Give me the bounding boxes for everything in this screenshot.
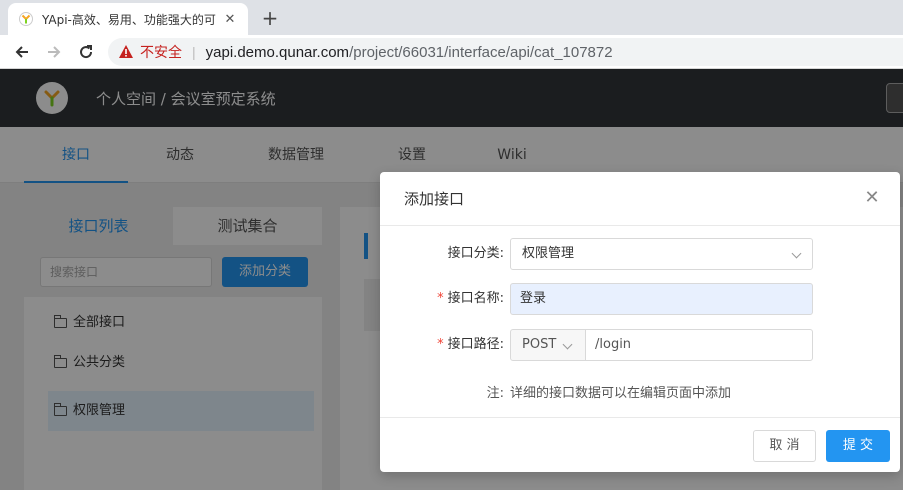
back-arrow-icon[interactable]	[10, 40, 34, 64]
browser-tabstrip: YApi-高效、易用、功能强大的可 ✕ +	[0, 0, 903, 35]
name-row: * 接口名称: 登录	[380, 283, 900, 315]
address-bar[interactable]: 不安全 | yapi.demo.qunar.com /project/66031…	[108, 38, 903, 66]
add-interface-modal: 添加接口 ✕ 接口分类: 权限管理 * 接口名称: 登录 * 接口路径: POST …	[380, 172, 900, 472]
path-input[interactable]: /login	[585, 329, 813, 361]
warning-icon	[118, 44, 134, 60]
path-row: * 接口路径: POST /login	[380, 329, 900, 361]
required-mark: *	[437, 337, 444, 352]
yapi-favicon-icon	[18, 11, 34, 27]
required-mark: *	[437, 291, 444, 306]
category-row: 接口分类: 权限管理	[380, 238, 900, 270]
url-host: yapi.demo.qunar.com	[205, 43, 350, 61]
reload-icon[interactable]	[74, 40, 98, 64]
url-path: /project/66031/interface/api/cat_107872	[349, 43, 613, 61]
note-text: 详细的接口数据可以在编辑页面中添加	[510, 386, 732, 401]
category-select[interactable]: 权限管理	[510, 238, 813, 270]
close-tab-icon[interactable]: ✕	[222, 11, 238, 27]
browser-toolbar: 不安全 | yapi.demo.qunar.com /project/66031…	[0, 35, 903, 69]
modal-title: 添加接口	[404, 190, 465, 208]
method-value: POST	[522, 337, 557, 352]
name-input[interactable]: 登录	[510, 283, 813, 315]
category-select-value: 权限管理	[522, 246, 575, 261]
new-tab-icon[interactable]: +	[258, 6, 282, 30]
path-label: * 接口路径:	[437, 337, 504, 352]
method-select[interactable]: POST	[510, 329, 586, 361]
address-separator: |	[192, 44, 196, 60]
submit-button[interactable]: 提 交	[826, 430, 890, 462]
modal-footer: 取 消 提 交	[380, 417, 900, 472]
name-label: * 接口名称:	[437, 291, 504, 306]
category-label: 接口分类:	[447, 246, 504, 261]
browser-tab-title: YApi-高效、易用、功能强大的可	[42, 12, 216, 27]
cancel-button[interactable]: 取 消	[753, 430, 816, 462]
note-label: 注:	[486, 386, 504, 401]
browser-tab[interactable]: YApi-高效、易用、功能强大的可 ✕	[8, 3, 248, 35]
chevron-down-icon	[791, 248, 802, 259]
security-label: 不安全	[140, 44, 182, 60]
close-icon[interactable]: ✕	[862, 188, 882, 208]
forward-arrow-icon[interactable]	[42, 40, 66, 64]
chevron-down-icon	[562, 339, 573, 350]
